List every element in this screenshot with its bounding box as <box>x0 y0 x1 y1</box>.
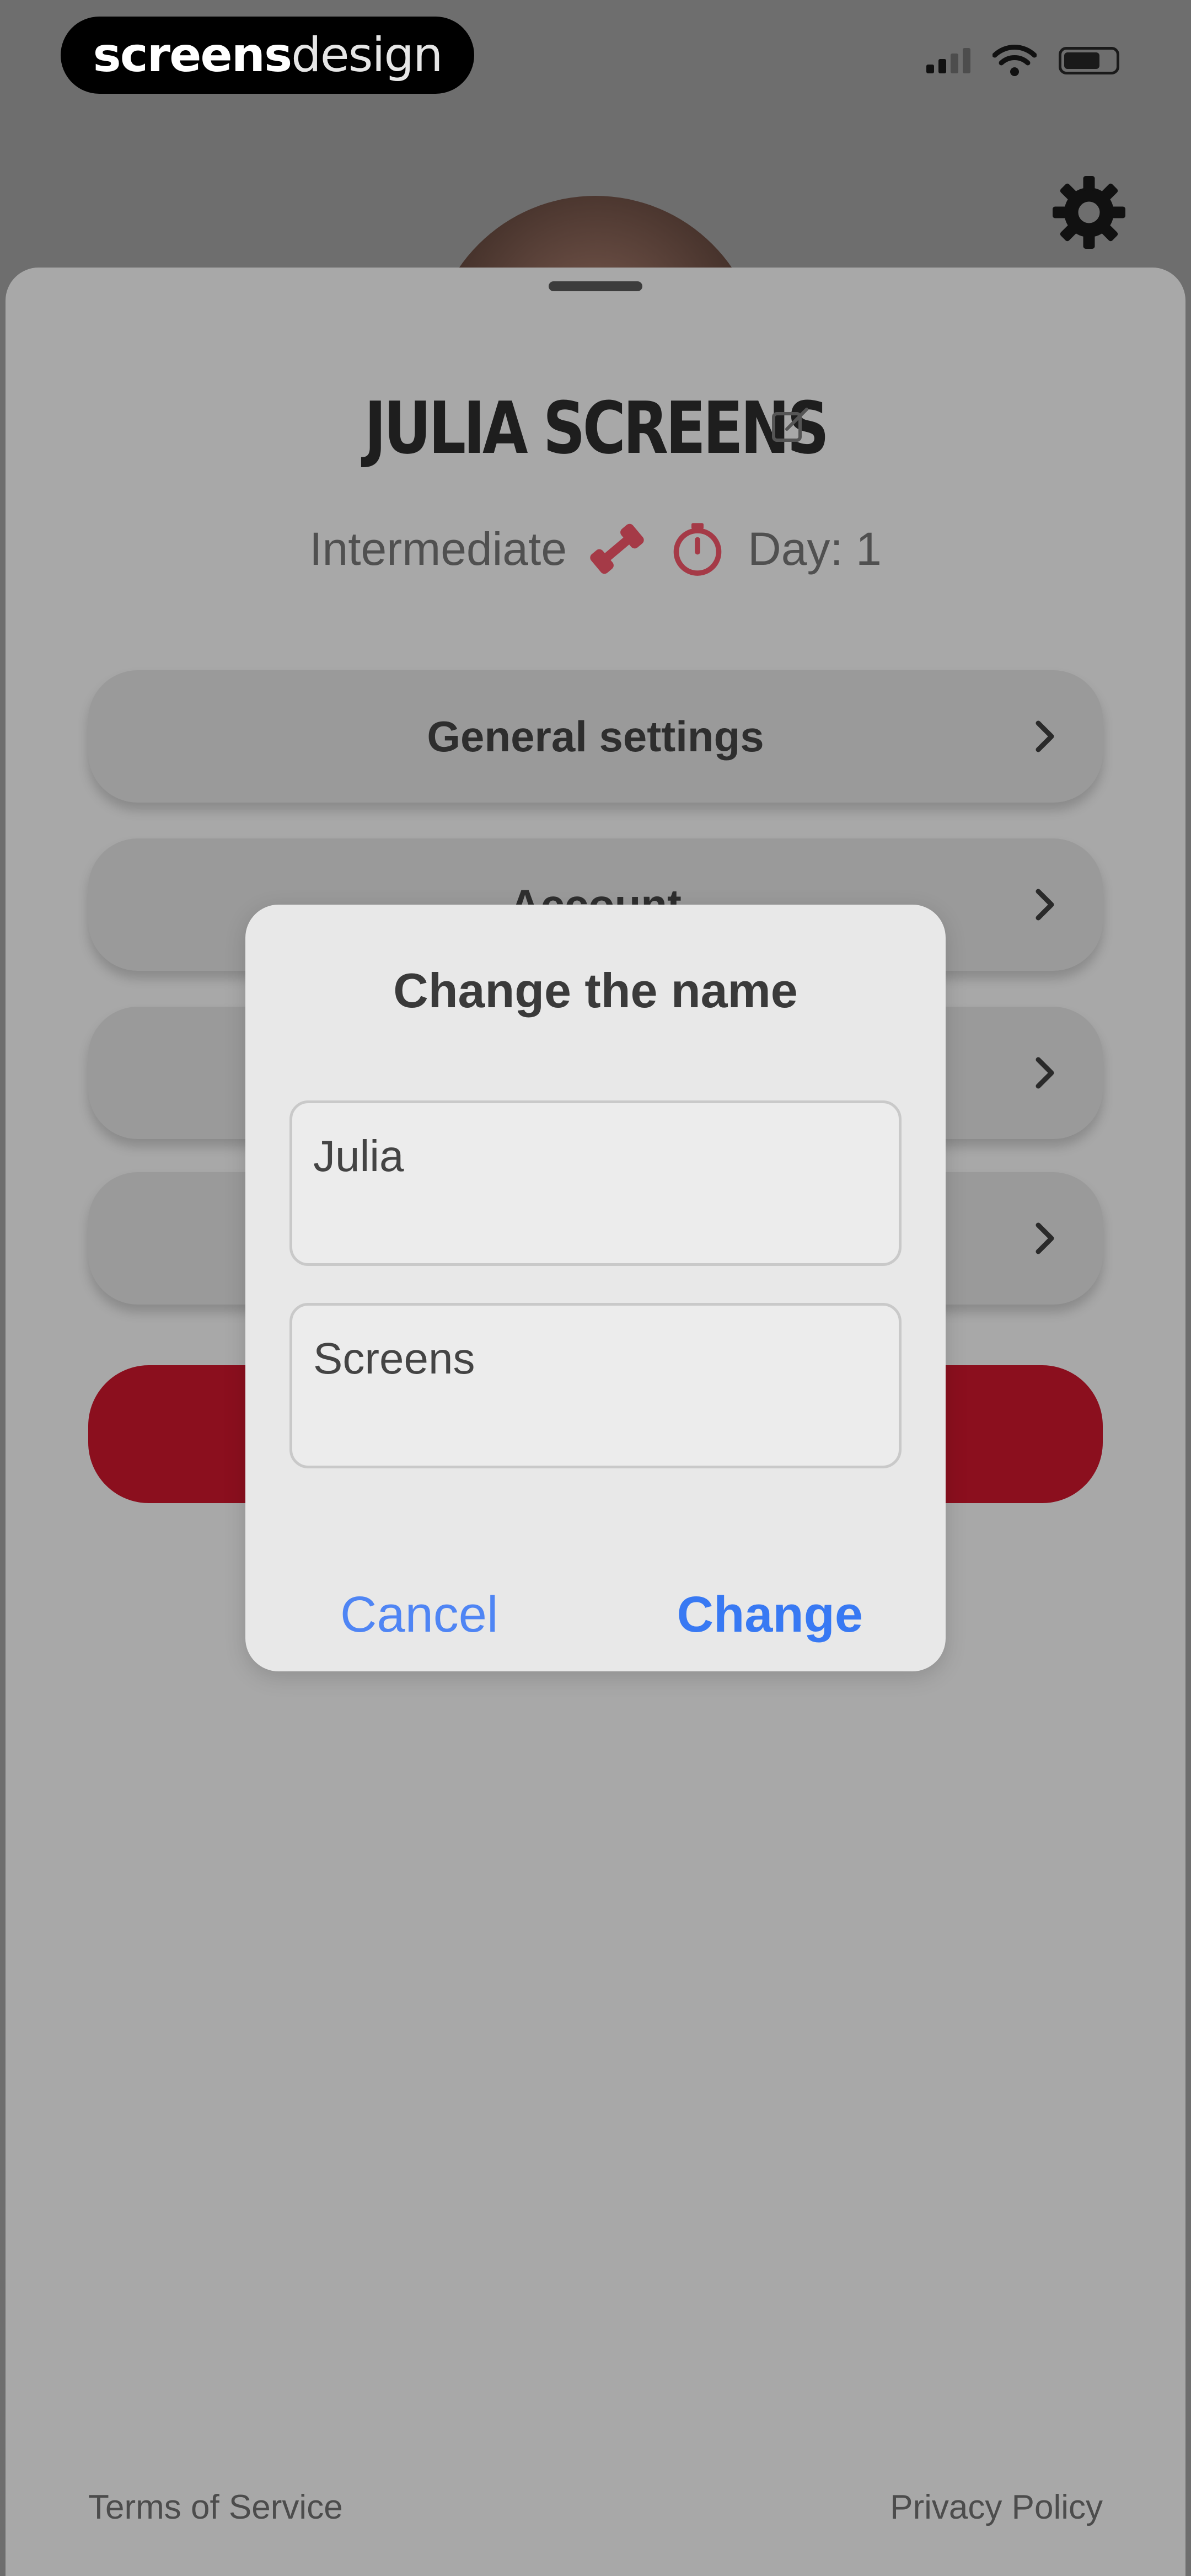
dialog-title: Change the name <box>393 963 798 1018</box>
wifi-icon <box>993 45 1037 76</box>
status-icons <box>926 44 1119 77</box>
dumbbell-icon <box>590 523 644 574</box>
profile-screen: screens design JULIA SCREENS Intermediat… <box>0 0 1191 2576</box>
privacy-policy-link[interactable]: Privacy Policy <box>890 2488 1103 2527</box>
chevron-right-icon <box>1036 720 1054 752</box>
terms-of-service-link[interactable]: Terms of Service <box>88 2488 343 2527</box>
level-label: Intermediate <box>309 522 567 575</box>
chevron-right-icon <box>1036 1222 1054 1254</box>
brand-logo-bold: screens <box>93 28 293 83</box>
chevron-right-icon <box>1036 889 1054 921</box>
last-name-field[interactable]: Screens <box>289 1303 902 1468</box>
chevron-right-icon <box>1036 1057 1054 1089</box>
menu-item-label: General settings <box>427 712 764 761</box>
cancel-button[interactable]: Cancel <box>340 1586 498 1644</box>
profile-stats: Intermediate Day: 1 <box>0 519 1191 579</box>
edit-icon[interactable] <box>769 403 813 447</box>
change-name-dialog: Change the name Julia Screens Cancel Cha… <box>245 905 946 1671</box>
signal-icon <box>926 48 970 73</box>
battery-icon <box>1059 47 1119 74</box>
first-name-field[interactable]: Julia <box>289 1100 902 1266</box>
change-button[interactable]: Change <box>677 1586 863 1644</box>
sheet-drag-handle[interactable] <box>549 281 642 291</box>
gear-icon[interactable] <box>1048 171 1130 254</box>
brand-logo: screens design <box>61 17 474 94</box>
brand-logo-light: design <box>291 28 443 83</box>
profile-name: JULIA SCREENS <box>364 386 829 470</box>
menu-item-general-settings[interactable]: General settings <box>88 670 1103 803</box>
timer-icon <box>673 523 722 576</box>
day-label: Day: 1 <box>748 522 882 575</box>
